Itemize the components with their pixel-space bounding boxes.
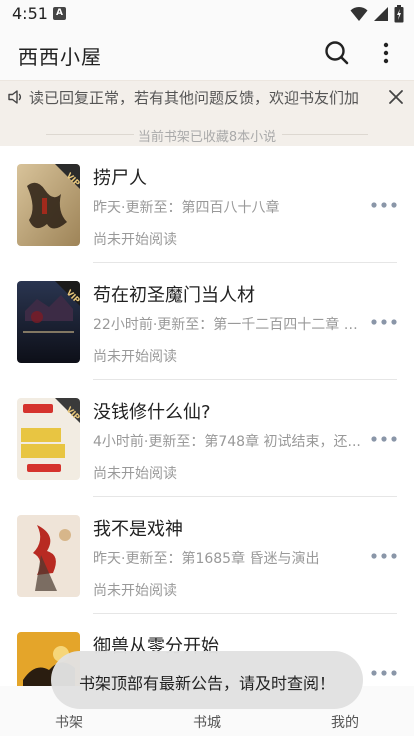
book-item[interactable]: VIP 苟在初圣魔门当人材 22小时前·更新至：第一千二百四十二章 自... 尚… — [0, 263, 414, 380]
status-icons — [350, 5, 404, 23]
book-title[interactable]: 捞尸人 — [93, 164, 147, 190]
tab-bookstore[interactable]: 书城 — [193, 712, 221, 732]
book-item[interactable]: VIP 没钱修什么仙? 4小时前·更新至：第748章 初试结束，还... 尚未开… — [0, 380, 414, 497]
close-icon[interactable] — [386, 87, 406, 107]
book-item[interactable]: 我不是戏神 昨天·更新至：第1685章 昏迷与演出 尚未开始阅读 — [0, 497, 414, 614]
notification-app-icon: A — [53, 7, 66, 20]
page-title: 西西小屋 — [18, 45, 102, 69]
book-cover[interactable]: VIP — [17, 164, 80, 246]
book-update: 昨天·更新至：第四百八十八章 — [93, 200, 280, 216]
signal-icon — [374, 7, 388, 21]
shelf-count-text: 当前书架已收藏8本小说 — [137, 130, 277, 145]
book-list[interactable]: VIP 捞尸人 昨天·更新至：第四百八十八章 尚未开始阅读 VIP 苟在初圣魔门… — [0, 146, 414, 686]
book-update: 昨天·更新至：第1685章 昏迷与演出 — [93, 551, 320, 567]
more-horizontal-icon[interactable] — [370, 550, 398, 562]
book-item[interactable]: VIP 捞尸人 昨天·更新至：第四百八十八章 尚未开始阅读 — [0, 146, 414, 263]
book-progress: 尚未开始阅读 — [93, 232, 177, 248]
book-cover[interactable]: VIP — [17, 281, 80, 363]
status-time: 4:51 — [12, 4, 48, 23]
tab-mine[interactable]: 我的 — [331, 712, 359, 732]
status-bar: 4:51 A — [0, 0, 414, 28]
shelf-count-banner: 当前书架已收藏8本小说 — [0, 112, 414, 146]
more-horizontal-icon[interactable] — [370, 433, 398, 445]
toast: 书架顶部有最新公告，请及时查阅！ — [51, 651, 363, 709]
battery-icon — [394, 5, 404, 23]
book-cover[interactable]: VIP — [17, 398, 80, 480]
more-horizontal-icon[interactable] — [370, 199, 398, 211]
search-icon[interactable] — [322, 38, 352, 68]
more-vertical-icon[interactable] — [372, 38, 400, 68]
announcement-bar[interactable]: 读已回复正常，若有其他问题反馈，欢迎书友们加 — [0, 80, 414, 112]
toast-message: 书架顶部有最新公告，请及时查阅！ — [78, 674, 335, 693]
book-progress: 尚未开始阅读 — [93, 349, 177, 365]
wifi-icon — [350, 6, 368, 21]
more-horizontal-icon[interactable] — [370, 316, 398, 328]
announcement-text: 读已回复正常，若有其他问题反馈，欢迎书友们加 — [29, 89, 360, 107]
app-bar: 西西小屋 — [0, 28, 414, 80]
book-update: 4小时前·更新至：第748章 初试结束，还... — [93, 434, 361, 450]
book-cover[interactable] — [17, 515, 80, 597]
book-update: 22小时前·更新至：第一千二百四十二章 自... — [93, 317, 365, 333]
book-title[interactable]: 我不是戏神 — [93, 515, 183, 541]
speaker-icon — [8, 90, 22, 104]
book-progress: 尚未开始阅读 — [93, 466, 177, 482]
book-title[interactable]: 苟在初圣魔门当人材 — [93, 281, 255, 307]
more-horizontal-icon[interactable] — [370, 667, 398, 679]
tab-bookshelf[interactable]: 书架 — [55, 712, 83, 732]
book-progress: 尚未开始阅读 — [93, 583, 177, 599]
book-title[interactable]: 没钱修什么仙? — [93, 398, 211, 424]
